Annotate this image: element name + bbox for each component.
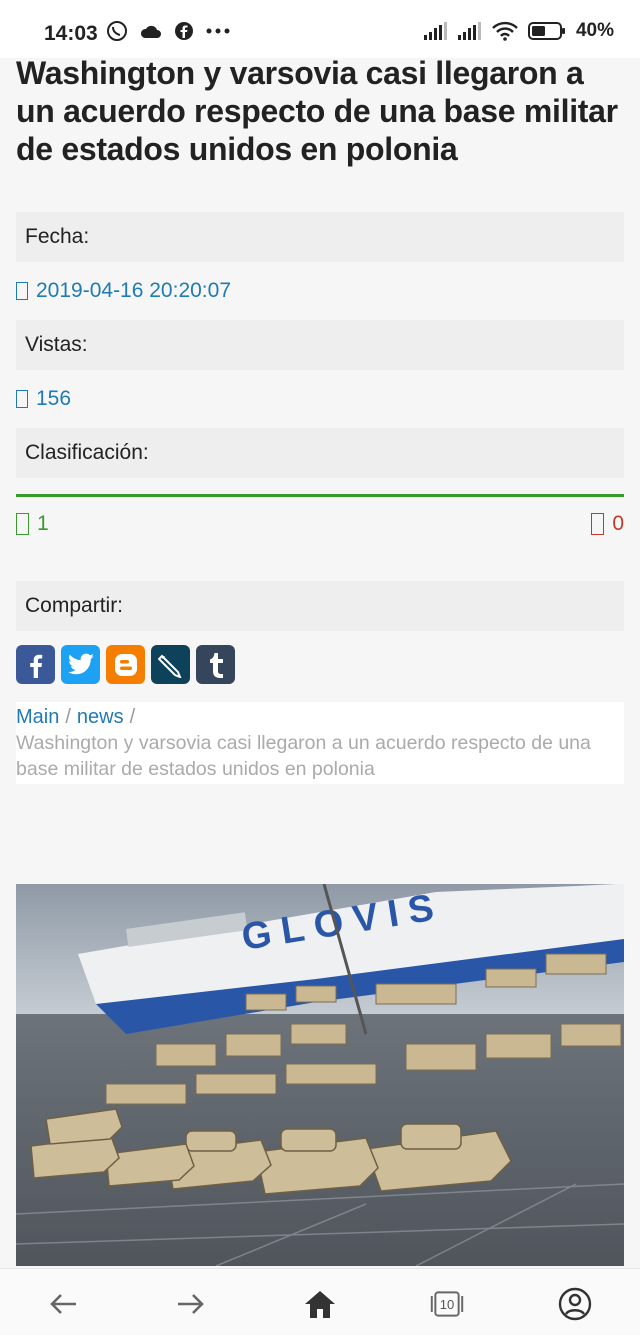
breadcrumb: Main / news / Washington y varsovia casi ll… [16, 702, 624, 784]
tumblr-share-button[interactable] [196, 645, 235, 684]
breadcrumb-current: Washington y varsovia casi llegaron a un… [16, 732, 591, 780]
signal-icon [457, 22, 481, 40]
facebook-icon [175, 22, 193, 40]
facebook-icon [29, 654, 42, 678]
views-label: Vistas: [16, 320, 624, 370]
date-text: 2019-04-16 20:20:07 [36, 279, 231, 302]
vote-up-button[interactable]: 1 [16, 512, 49, 536]
back-icon [50, 1294, 76, 1314]
tab-count: 10 [439, 1296, 455, 1312]
facebook-share-button[interactable] [16, 645, 55, 684]
eye-icon [16, 390, 28, 408]
calendar-icon [16, 282, 28, 300]
share-label: Compartir: [16, 581, 624, 631]
share-buttons [16, 645, 624, 684]
status-icons-right: 40% [423, 20, 614, 42]
twitter-share-button[interactable] [61, 645, 100, 684]
status-bar: 14:03 40% [0, 0, 640, 58]
more-icon [206, 28, 230, 34]
breadcrumb-separator: / [65, 706, 71, 728]
profile-icon [558, 1287, 592, 1321]
status-icons-left [106, 20, 230, 42]
wifi-icon [492, 21, 518, 41]
military-port-image: GLOVIS [16, 884, 624, 1266]
vote-down-button[interactable]: 0 [591, 512, 624, 536]
forward-button[interactable] [174, 1287, 208, 1321]
battery-icon [527, 22, 565, 40]
signal-icon [423, 22, 447, 40]
cloud-icon [140, 25, 161, 38]
back-button[interactable] [46, 1287, 80, 1321]
thumbs-down-icon [591, 513, 605, 535]
article-title: Washington y varsovia casi llegaron a un… [16, 55, 618, 167]
date-value: 2019-04-16 20:20:07 [16, 262, 624, 320]
breadcrumb-main-link[interactable]: Main [16, 706, 59, 728]
votes-row: 1 0 [16, 497, 624, 551]
twitter-icon [67, 653, 94, 674]
pencil-icon [157, 654, 181, 678]
article-content: Washington y varsovia casi llegaron a un… [16, 54, 624, 784]
forward-icon [178, 1294, 204, 1314]
vote-down-count: 0 [612, 512, 624, 535]
views-value: 156 [16, 370, 624, 428]
battery-percent: 40% [575, 20, 614, 41]
date-label: Fecha: [16, 212, 624, 262]
livejournal-share-button[interactable] [151, 645, 190, 684]
rating-label: Clasificación: [16, 428, 624, 478]
views-text: 156 [36, 387, 72, 410]
breadcrumb-separator: / [129, 706, 136, 728]
viber-icon [107, 21, 127, 41]
browser-nav-bar: 10 [0, 1268, 640, 1335]
profile-button[interactable] [558, 1287, 592, 1321]
status-time: 14:03 [44, 22, 98, 45]
thumbs-up-icon [16, 513, 29, 535]
home-icon [305, 1291, 335, 1318]
tabs-button[interactable]: 10 [430, 1287, 464, 1321]
home-button[interactable] [303, 1287, 337, 1321]
breadcrumb-news-link[interactable]: news [77, 706, 124, 728]
article-image: GLOVIS [16, 884, 624, 1266]
blogger-icon [114, 653, 137, 676]
blogger-share-button[interactable] [106, 645, 145, 684]
vote-up-count: 1 [37, 512, 49, 535]
tumblr-icon [209, 652, 223, 678]
